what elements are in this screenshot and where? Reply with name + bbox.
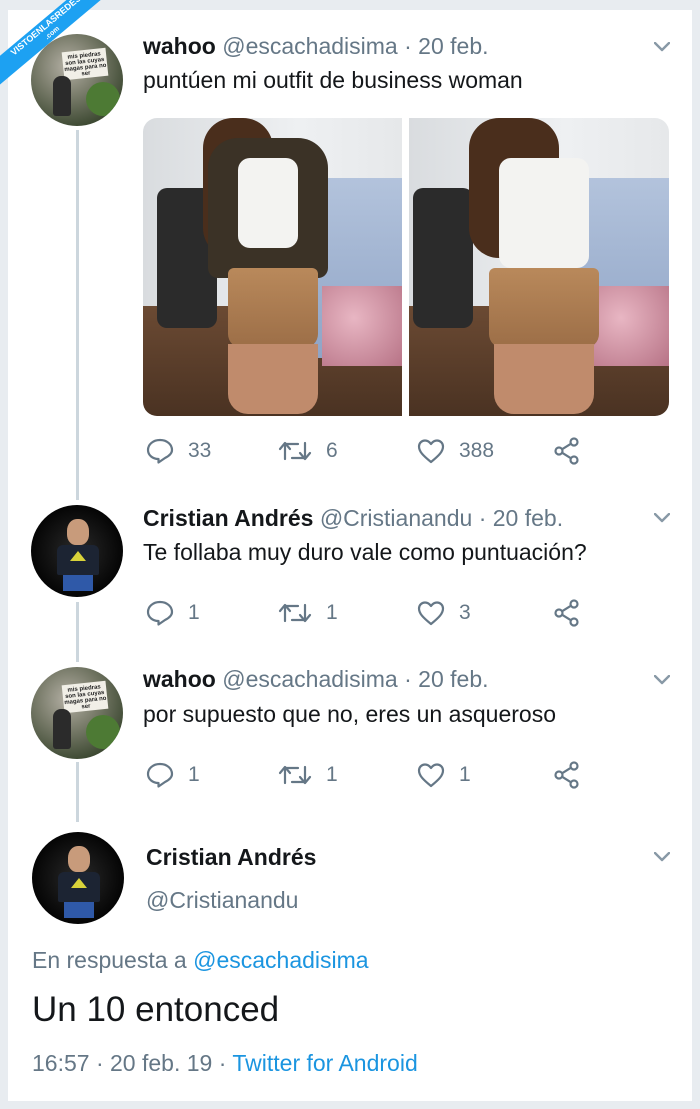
tweet-photo-1[interactable] <box>143 118 402 416</box>
author-name[interactable]: Cristian Andrés <box>143 505 313 531</box>
like-count: 1 <box>459 763 471 786</box>
share-icon <box>554 761 579 789</box>
like-button[interactable]: 1 <box>417 760 471 790</box>
client-link[interactable]: Twitter for Android <box>232 1050 417 1076</box>
reply-count: 33 <box>188 439 212 462</box>
share-icon <box>554 599 579 627</box>
reply-button[interactable]: 1 <box>146 598 200 628</box>
avatar[interactable]: mis piedras son las cuyas magas para no … <box>31 667 123 759</box>
like-count: 3 <box>459 601 471 624</box>
avatar[interactable]: mis piedras son las cuyas magas para no … <box>31 34 123 126</box>
reply-prefix: En respuesta a <box>32 947 187 973</box>
retweet-button[interactable]: 1 <box>278 760 338 790</box>
thread-line <box>76 130 79 500</box>
avatar[interactable] <box>32 832 124 924</box>
like-icon <box>417 763 445 788</box>
tweet-photo-2[interactable] <box>409 118 669 416</box>
retweet-button[interactable]: 1 <box>278 598 338 628</box>
retweet-button[interactable]: 6 <box>278 436 338 466</box>
author-handle[interactable]: @escachadisima <box>222 33 397 59</box>
chevron-down-icon[interactable] <box>654 852 670 862</box>
tweet-header: wahoo @escachadisima · 20 feb. <box>143 666 489 692</box>
tweet-actions: 1 1 3 <box>143 598 593 628</box>
tweet-date[interactable]: 20 feb. <box>418 666 488 692</box>
tweet-time[interactable]: 16:57 <box>32 1050 90 1076</box>
like-button[interactable]: 388 <box>417 436 494 466</box>
author-name[interactable]: wahoo <box>143 33 216 59</box>
author-name[interactable]: Cristian Andrés <box>146 844 316 871</box>
share-icon <box>554 437 579 465</box>
tweet-date[interactable]: 20 feb. <box>493 505 563 531</box>
reply-icon <box>146 762 174 788</box>
retweet-count: 6 <box>326 439 338 462</box>
retweet-count: 1 <box>326 601 338 624</box>
retweet-icon <box>278 441 312 461</box>
reply-to-link[interactable]: @escachadisima <box>193 947 368 973</box>
tweet-header: wahoo @escachadisima · 20 feb. <box>143 33 489 59</box>
tweet-text: Te follaba muy duro vale como puntuación… <box>143 539 587 565</box>
reply-icon <box>146 600 174 626</box>
like-icon <box>417 601 445 626</box>
chevron-down-icon[interactable] <box>654 675 670 685</box>
share-button[interactable] <box>553 436 581 466</box>
tweet-full-date[interactable]: 20 feb. 19 <box>110 1050 212 1076</box>
avatar[interactable] <box>31 505 123 597</box>
tweet-text: por supuesto que no, eres un asqueroso <box>143 701 557 727</box>
retweet-icon <box>278 603 312 623</box>
retweet-icon <box>278 765 312 785</box>
tweet-actions: 1 1 1 <box>143 760 593 790</box>
reply-context: En respuesta a @escachadisima <box>32 947 369 974</box>
thread-line <box>76 762 79 822</box>
tweet-header: Cristian Andrés @Cristianandu · 20 feb. <box>143 505 564 531</box>
chevron-down-icon[interactable] <box>654 513 670 523</box>
tweet-text: puntúen mi outfit de business woman <box>143 67 523 93</box>
avatar-sign: mis piedras son las cuyas magas para no … <box>61 47 109 81</box>
author-handle[interactable]: @Cristianandu <box>320 505 472 531</box>
reply-button[interactable]: 1 <box>146 760 200 790</box>
retweet-count: 1 <box>326 763 338 786</box>
reply-count: 1 <box>188 601 200 624</box>
author-handle[interactable]: @escachadisima <box>222 666 397 692</box>
main-tweet-text: Un 10 entonced <box>32 990 280 1029</box>
share-button[interactable] <box>553 598 581 628</box>
author-handle[interactable]: @Cristianandu <box>146 887 298 914</box>
like-icon <box>417 439 445 464</box>
reply-count: 1 <box>188 763 200 786</box>
share-button[interactable] <box>553 760 581 790</box>
tweet-actions: 33 6 388 <box>143 436 593 466</box>
thread-line <box>76 602 79 662</box>
like-button[interactable]: 3 <box>417 598 471 628</box>
reply-icon <box>146 438 174 464</box>
avatar-sign: mis piedras son las cuyas magas para no … <box>61 680 109 714</box>
tweet-date[interactable]: 20 feb. <box>418 33 488 59</box>
tweet-footer: 16:57 · 20 feb. 19 · Twitter for Android <box>32 1050 418 1076</box>
chevron-down-icon[interactable] <box>654 42 670 52</box>
like-count: 388 <box>459 439 495 462</box>
author-name[interactable]: wahoo <box>143 666 216 692</box>
reply-button[interactable]: 33 <box>146 436 211 466</box>
